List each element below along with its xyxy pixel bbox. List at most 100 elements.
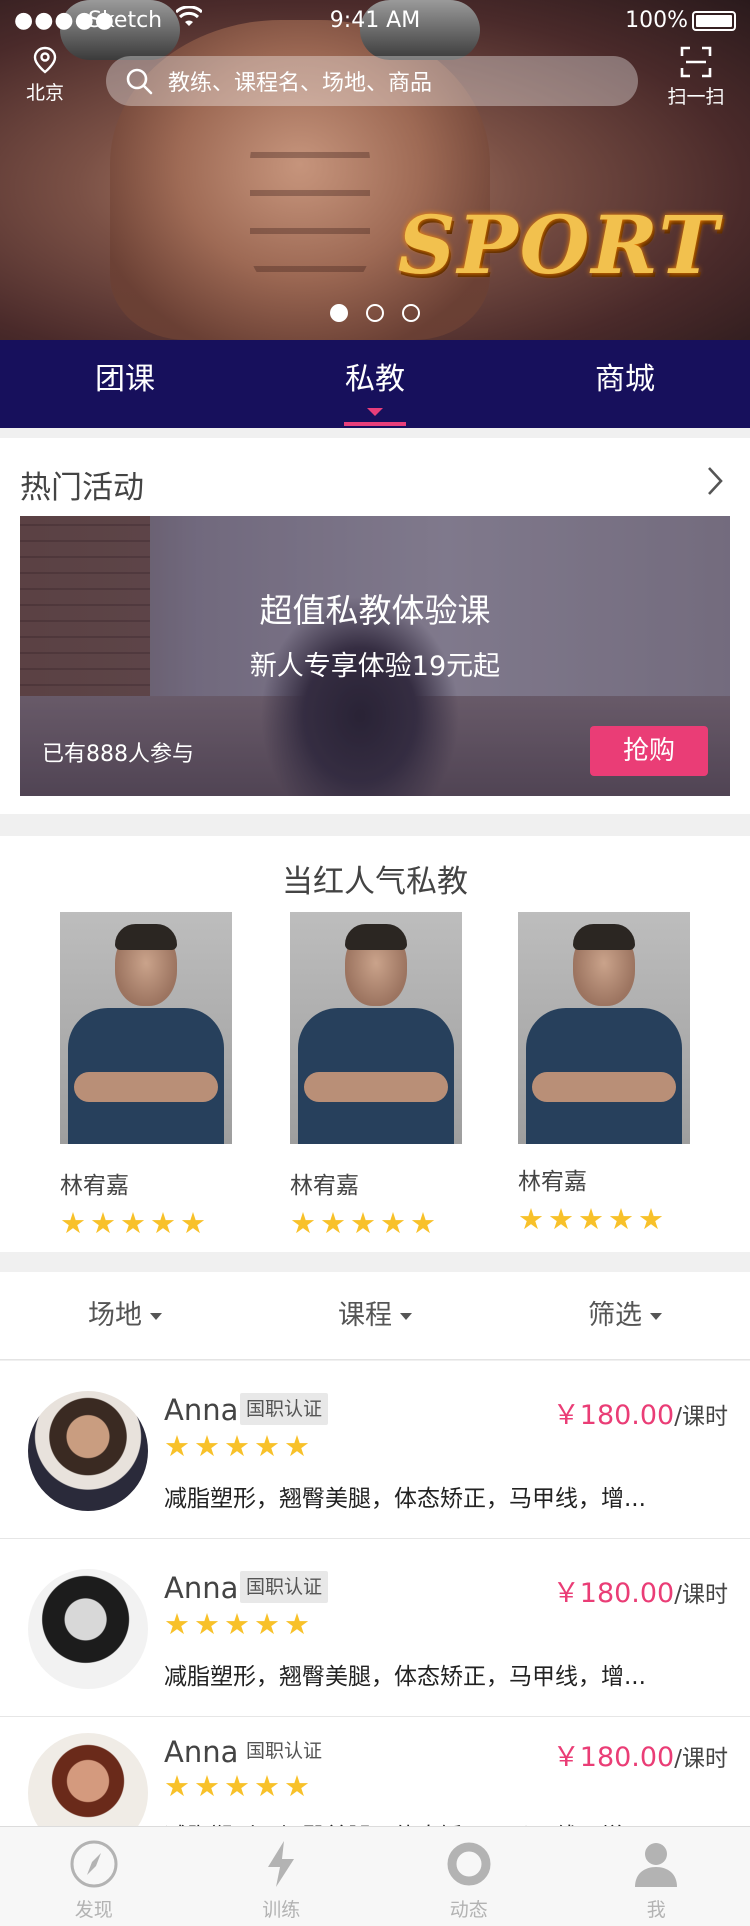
coach-name: Anna — [164, 1735, 239, 1769]
trainer-photo — [518, 912, 690, 1144]
nav-me-label: 我 — [646, 1899, 666, 1921]
certification-badge: 国职认证 — [246, 1740, 323, 1762]
search-placeholder: 教练、课程名、场地、商品 — [168, 71, 433, 96]
price-unit: /课时 — [674, 1746, 728, 1772]
trainer-card[interactable]: 林宥嘉 ★★★★★ — [290, 912, 464, 1240]
photo-arms — [74, 1072, 218, 1102]
star-rating: ★★★★★ — [290, 1206, 440, 1240]
coach-list: Anna 国职认证 ￥180.00/课时 ★★★★★ 减脂塑形，翘臀美腿，体态矫… — [0, 1361, 750, 1831]
trainer-card[interactable]: 林宥嘉 ★★★★★ — [60, 912, 234, 1240]
search-icon — [126, 68, 153, 95]
coach-item[interactable]: Anna 国职认证 ￥180.00/课时 ★★★★★ 减脂塑形，翘臀美腿，体态矫… — [0, 1539, 750, 1717]
nav-feed[interactable]: 动态 — [375, 1827, 563, 1926]
avatar — [28, 1391, 148, 1511]
nav-feed-label: 动态 — [449, 1899, 488, 1921]
avatar — [28, 1569, 148, 1689]
filter-bar: 场地 课程 筛选 — [0, 1272, 750, 1360]
chevron-right-icon[interactable] — [704, 464, 726, 498]
popular-trainers-section: 当红人气私教 林宥嘉 ★★★★★ 林宥嘉 ★★★★★ 林宥嘉 ★★★★★ — [0, 836, 750, 1252]
price-unit: /课时 — [674, 1582, 728, 1608]
trainer-name: 林宥嘉 — [518, 1169, 587, 1195]
photo-hair — [573, 924, 635, 950]
filter-more-label: 筛选 — [588, 1300, 642, 1331]
category-tabs: 团课 私教 商城 — [0, 340, 750, 428]
carousel-indicator — [0, 304, 750, 322]
coach-price: ￥180.00/课时 — [553, 1393, 728, 1432]
trainer-name: 林宥嘉 — [60, 1173, 129, 1199]
coach-item[interactable]: Anna 国职认证 ￥180.00/课时 ★★★★★ 减脂塑形，翘臀美腿，体态矫… — [0, 1361, 750, 1539]
location-pin-icon — [33, 46, 57, 74]
scan-label: 扫一扫 — [667, 86, 725, 108]
nav-training-label: 训练 — [262, 1899, 301, 1921]
trainer-name: 林宥嘉 — [290, 1173, 359, 1199]
search-input[interactable]: 教练、课程名、场地、商品 — [106, 56, 638, 106]
nav-discover-label: 发现 — [74, 1899, 113, 1921]
location-selector[interactable]: 北京 — [22, 46, 68, 105]
filter-course[interactable]: 课程 — [250, 1272, 500, 1359]
hero-banner[interactable]: SPORT ●●●●● Sketch 9:41 AM 100% 北京 教练、课程… — [0, 0, 750, 340]
photo-arms — [532, 1072, 676, 1102]
price-value: ￥180.00 — [552, 1742, 675, 1773]
avatar — [28, 1733, 148, 1831]
caret-down-icon — [650, 1313, 662, 1320]
coach-price: ￥180.00/课时 — [553, 1571, 728, 1610]
scan-button[interactable]: 扫一扫 — [664, 46, 728, 109]
section-title: 热门活动 — [20, 470, 144, 506]
status-bar: ●●●●● Sketch 9:41 AM 100% — [0, 0, 750, 40]
filter-course-label: 课程 — [338, 1300, 392, 1331]
price-value: ￥180.00 — [552, 1578, 675, 1609]
coach-name: Anna — [164, 1393, 239, 1427]
battery-percent: 100% — [625, 8, 688, 33]
banner-subtitle: 新人专享体验19元起 — [249, 651, 501, 682]
section-title: 当红人气私教 — [282, 864, 468, 900]
photo-arms — [304, 1072, 448, 1102]
compass-icon — [70, 1840, 118, 1888]
hero-photo-abs — [250, 120, 370, 290]
tab-private-coach-label: 私教 — [345, 362, 405, 397]
nav-training[interactable]: 训练 — [188, 1827, 376, 1926]
nav-me[interactable]: 我 — [563, 1827, 750, 1926]
caret-down-icon — [150, 1313, 162, 1320]
coach-price: ￥180.00/课时 — [553, 1735, 728, 1774]
carousel-dot[interactable] — [402, 304, 420, 322]
user-icon — [635, 1843, 678, 1887]
coach-specialties: 减脂塑形，翘臀美腿，体态矫正，马甲线，增... — [164, 1486, 646, 1512]
trainer-photo — [60, 912, 232, 1144]
trainer-photo — [290, 912, 462, 1144]
star-rating: ★★★★★ — [164, 1769, 314, 1803]
sport-logo: SPORT — [397, 198, 720, 292]
tab-group-class[interactable]: 团课 — [0, 340, 250, 428]
hot-activity-section: 热门活动 超值私教体验课 新人专享体验19元起 已有888人参与 抢购 — [0, 438, 750, 814]
filter-venue[interactable]: 场地 — [0, 1272, 250, 1359]
caret-down-icon — [400, 1313, 412, 1320]
activity-banner[interactable]: 超值私教体验课 新人专享体验19元起 已有888人参与 抢购 — [20, 516, 730, 796]
ring-icon — [447, 1842, 491, 1886]
tab-mall[interactable]: 商城 — [500, 340, 750, 428]
trainer-card[interactable]: 林宥嘉 ★★★★★ — [518, 912, 692, 1236]
price-unit: /课时 — [674, 1404, 728, 1430]
photo-hair — [345, 924, 407, 950]
certification-badge: 国职认证 — [240, 1393, 329, 1425]
lightning-icon — [268, 1841, 295, 1887]
nav-discover[interactable]: 发现 — [0, 1827, 188, 1926]
carousel-dot[interactable] — [330, 304, 348, 322]
participant-count: 已有888人参与 — [42, 742, 194, 767]
price-value: ￥180.00 — [552, 1400, 675, 1431]
coach-name: Anna — [164, 1571, 239, 1605]
photo-hair — [115, 924, 177, 950]
certification-badge: 国职认证 — [240, 1571, 329, 1603]
star-rating: ★★★★★ — [60, 1206, 210, 1240]
filter-more[interactable]: 筛选 — [500, 1272, 750, 1359]
bottom-nav: 发现 训练 动态 我 — [0, 1826, 750, 1926]
buy-button[interactable]: 抢购 — [590, 726, 708, 776]
star-rating: ★★★★★ — [518, 1202, 668, 1236]
location-label: 北京 — [25, 82, 64, 104]
active-tab-caret-icon — [367, 408, 383, 416]
tab-private-coach[interactable]: 私教 — [250, 340, 500, 428]
star-rating: ★★★★★ — [164, 1429, 314, 1463]
scan-icon — [680, 46, 712, 78]
star-rating: ★★★★★ — [164, 1607, 314, 1641]
carousel-dot[interactable] — [366, 304, 384, 322]
banner-title: 超值私教体验课 — [259, 591, 491, 630]
coach-item[interactable]: Anna 国职认证 ￥180.00/课时 ★★★★★ 减脂塑形，翘臀美腿，体态矫… — [0, 1717, 750, 1831]
